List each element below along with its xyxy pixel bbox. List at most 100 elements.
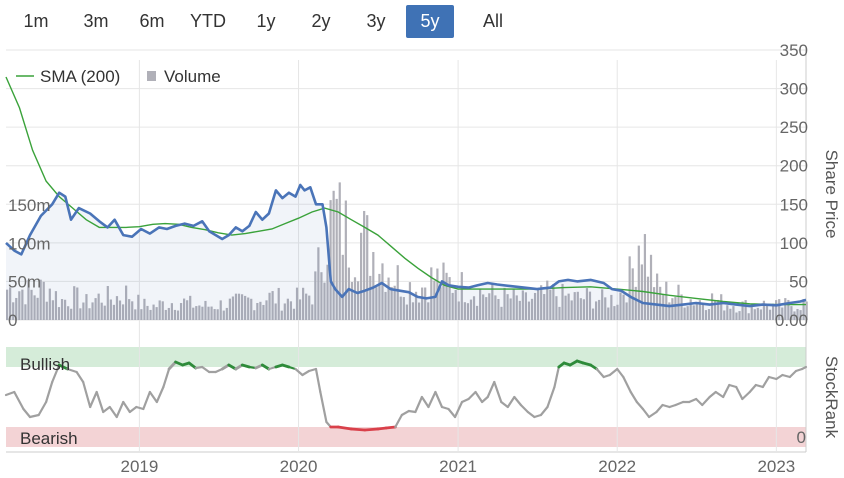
stockrank-segment <box>761 375 771 389</box>
stockrank-segment <box>201 365 211 374</box>
stockrank-segment <box>546 385 556 409</box>
stockrank-segment <box>22 407 32 419</box>
volume-tick-label: 150m <box>8 196 51 215</box>
stockrank-segment <box>539 405 549 417</box>
stockrank-segment <box>128 405 138 414</box>
x-tick-label: 2022 <box>598 457 636 476</box>
x-tick-label: 2019 <box>120 457 158 476</box>
stockrank-segment <box>115 400 125 419</box>
stockrank-segment <box>722 383 731 399</box>
stockrank-segment <box>674 400 685 407</box>
stockrank-segment <box>37 400 48 417</box>
legend-sma-label: SMA (200) <box>40 67 120 86</box>
stockrank-segment <box>800 365 808 371</box>
stockrank-segment <box>741 390 751 401</box>
stockrank-segment <box>122 400 131 414</box>
stockrank-axis-title: StockRank <box>822 356 841 439</box>
stockrank-segment <box>553 365 560 389</box>
stockrank-segment <box>647 410 658 419</box>
stockrank-segment <box>89 390 98 409</box>
stockrank-segment <box>595 367 605 379</box>
stockrank-segment-bearish <box>363 427 380 432</box>
stockrank-segment <box>767 375 778 381</box>
stockrank-segment <box>142 390 151 411</box>
stockrank-segment-bearish <box>349 427 367 432</box>
stockrank-segment <box>506 395 516 409</box>
stockrank-segment <box>480 395 489 404</box>
stockrank-segment <box>82 380 92 409</box>
stockrank-segment <box>735 385 744 401</box>
stockrank-segment <box>45 380 54 404</box>
legend-volume-swatch <box>147 71 156 81</box>
stockrank-segment <box>701 395 711 407</box>
price-tick-label: 350 <box>780 41 808 60</box>
stockrank-segment <box>629 390 638 404</box>
stockrank-segment <box>28 413 40 419</box>
stockrank-tick-label: 0 <box>797 428 806 447</box>
stockrank-segment <box>493 380 503 404</box>
stockrank-segment <box>102 405 111 414</box>
stockrank-segment <box>447 407 457 419</box>
stockrank-segment <box>427 390 437 409</box>
stockrank-segment <box>467 390 477 401</box>
stockrank-segment <box>474 390 484 404</box>
legend-volume-label: Volume <box>164 67 221 86</box>
bullish-band <box>6 347 806 367</box>
price-tick-label: 100 <box>780 234 808 253</box>
background-layer <box>6 347 806 447</box>
stockrank-segment <box>655 403 664 414</box>
stockrank-segment <box>519 403 529 414</box>
x-tick-label: 2021 <box>439 457 477 476</box>
stockrank-segment <box>434 390 444 409</box>
stockrank-segment <box>314 367 322 394</box>
stockrank-segment <box>708 390 717 399</box>
stockrank-segment <box>788 369 798 379</box>
stockrank-segment <box>75 370 85 384</box>
volume-tick-label: 100m <box>8 234 51 253</box>
stockrank-segment <box>513 395 522 407</box>
stockrank-segment <box>500 400 509 409</box>
bearish-label: Bearish <box>20 429 78 448</box>
price-tick-label: 50 <box>789 272 808 291</box>
stockrank-segment <box>400 409 410 417</box>
price-tick-label: 0.00 <box>775 311 808 330</box>
chart-area: 0.00 50 100 150 200 250 300 350 0 50m 100m 150m 2019… <box>4 41 841 476</box>
stockrank-segment-bearish <box>336 425 353 431</box>
stockrank-segment <box>319 390 328 424</box>
volume-tick-label: 50m <box>8 273 41 292</box>
x-tick-label: 2023 <box>757 457 795 476</box>
stockrank-segment <box>622 375 632 394</box>
price-area <box>6 185 806 320</box>
stockrank-segment <box>688 397 698 404</box>
price-tick-label: 300 <box>780 80 808 99</box>
stockrank-segment <box>301 369 311 377</box>
x-tick-label: 2020 <box>280 457 318 476</box>
stockrank-segment <box>420 395 430 409</box>
stockrank-segment <box>162 367 171 389</box>
stockrank-segment <box>608 367 619 377</box>
stockrank-segment-bearish <box>384 425 397 430</box>
stockrank-segment <box>526 410 536 419</box>
stockrank-segment <box>748 383 757 394</box>
stockrank-segment <box>616 367 625 379</box>
stockrank-segment <box>148 390 158 404</box>
bearish-band <box>6 427 806 447</box>
stockrank-segment <box>486 380 496 399</box>
stockrank-segment <box>394 413 403 429</box>
volume-tick-label: 0 <box>8 311 17 330</box>
stockrank-segment <box>714 390 725 399</box>
stockrank-segment <box>781 373 791 379</box>
price-tick-label: 150 <box>780 195 808 214</box>
share-price-axis-title: Share Price <box>822 150 841 239</box>
price-tick-label: 250 <box>780 118 808 137</box>
stockrank-segment <box>95 390 105 414</box>
stockrank-segment <box>635 400 645 411</box>
stockrank-segment <box>641 407 651 419</box>
price-area-fill <box>6 185 806 320</box>
stockrank-segment <box>414 395 424 414</box>
stockrank-segment <box>108 405 118 419</box>
stockrank-segment <box>13 390 25 411</box>
stockrank-segment <box>155 385 165 404</box>
price-tick-label: 200 <box>780 157 808 176</box>
stockrank-segment <box>695 397 704 407</box>
